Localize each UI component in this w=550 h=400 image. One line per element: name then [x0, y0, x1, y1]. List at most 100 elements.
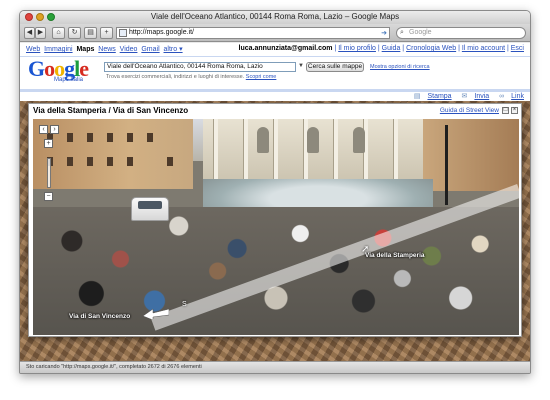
- gbar-link-4[interactable]: Video: [120, 46, 138, 53]
- maximize-icon: □: [503, 107, 508, 113]
- google-bar: Web Immagini Maps News Video Gmail altro…: [20, 43, 530, 55]
- forward-button[interactable]: ▶: [35, 27, 46, 39]
- column: [243, 119, 248, 179]
- gbar-link-0[interactable]: Web: [26, 46, 40, 53]
- street-label-sw[interactable]: Via di San Vincenzo: [69, 313, 130, 320]
- gbar-link-2[interactable]: Maps: [76, 46, 94, 53]
- back-arrow-icon: ◀: [26, 29, 33, 36]
- window: [67, 133, 73, 142]
- statue: [307, 127, 319, 153]
- pan-left-button[interactable]: ‹: [39, 125, 48, 134]
- title-bar: Viale dell'Oceano Atlantico, 00144 Roma …: [20, 11, 530, 24]
- window: [87, 157, 93, 166]
- statue: [353, 127, 365, 153]
- maximize-panel-button[interactable]: □: [502, 107, 509, 114]
- logo-letter: G: [28, 56, 45, 81]
- send-link[interactable]: Invia: [474, 93, 489, 100]
- google-maps-logo[interactable]: Google Maps Italia: [28, 58, 100, 84]
- gbar-link-5[interactable]: Gmail: [141, 46, 159, 53]
- white-car: [131, 197, 169, 221]
- palazzo-facade: [203, 119, 423, 187]
- street-label-ne[interactable]: Via della Stamperia: [365, 252, 425, 259]
- street-view-title: Via della Stamperia / Via di San Vincenz…: [33, 106, 189, 115]
- search-maps-button[interactable]: Cerca sulle mappe: [306, 62, 364, 72]
- street-view-guide-link[interactable]: Guida di Street View: [440, 107, 499, 114]
- map-actions: ▤ Stampa ✉ Invia ∞ Link: [406, 92, 524, 100]
- link-link[interactable]: Link: [511, 93, 524, 100]
- browser-search-placeholder: Google: [409, 29, 432, 36]
- street-view-header: Via della Stamperia / Via di San Vincenz…: [29, 104, 521, 118]
- search-hint-text: Trova esercizi commerciali, indirizzi e …: [106, 74, 245, 80]
- window: [127, 157, 133, 166]
- email-icon: ✉: [461, 93, 468, 100]
- gbar-link-3[interactable]: News: [98, 46, 116, 53]
- street-view-navigation-control: ‹ › + −: [39, 125, 63, 205]
- user-email: luca.annunziata@gmail.com: [238, 45, 333, 52]
- divider: [20, 56, 530, 57]
- column: [273, 119, 278, 179]
- logo-subtitle: Maps Italia: [54, 77, 84, 83]
- address-bar-text: http://maps.google.it/: [129, 29, 194, 36]
- address-bar[interactable]: http://maps.google.it/ ➜: [116, 27, 390, 39]
- column: [333, 119, 338, 179]
- search-hint: Trova esercizi commerciali, indirizzi e …: [106, 74, 276, 80]
- window: [67, 157, 73, 166]
- window: [147, 133, 153, 142]
- arrow-right-icon: ›: [53, 126, 56, 133]
- reload-icon: ↻: [71, 29, 78, 36]
- forward-arrow-icon: ▶: [37, 29, 44, 36]
- plus-icon: +: [104, 29, 109, 36]
- window: [167, 157, 173, 166]
- window: [127, 133, 133, 142]
- gbar-link-1[interactable]: Immagini: [44, 46, 72, 53]
- window: [107, 157, 113, 166]
- reload-button[interactable]: ↻: [68, 27, 81, 39]
- search-options-link[interactable]: Mostra opzioni di ricerca: [370, 64, 430, 70]
- link-icon: ∞: [499, 93, 505, 100]
- print-icon: ▤: [87, 29, 94, 36]
- column: [393, 119, 398, 179]
- google-bar-links: Web Immagini Maps News Video Gmail altro…: [26, 45, 183, 53]
- account-link-2[interactable]: Cronologia Web: [406, 45, 456, 52]
- compass-south-label: S: [182, 301, 187, 308]
- street-view-panorama[interactable]: Via della Stamperia ➚ Via di San Vincenz…: [33, 119, 519, 335]
- zoom-in-button[interactable]: +: [44, 139, 53, 148]
- pan-right-button[interactable]: ›: [50, 125, 59, 134]
- account-link-1[interactable]: Guida: [382, 45, 401, 52]
- favicon-icon: [119, 29, 127, 37]
- account-link-3[interactable]: Il mio account: [462, 45, 505, 52]
- go-icon[interactable]: ➜: [381, 29, 387, 39]
- magnifier-icon: ⌕: [400, 29, 404, 36]
- home-icon: ⌂: [56, 29, 61, 36]
- browser-toolbar: ◀ ▶ ⌂ ↻ ▤ + http://maps.google.it/ ➜ ⌕ G…: [20, 24, 530, 42]
- gbar-link-6[interactable]: altro ▾: [164, 46, 183, 53]
- back-button[interactable]: ◀: [24, 27, 35, 39]
- account-link-4[interactable]: Esci: [511, 45, 524, 52]
- status-bar: Sto caricando "http://maps.google.it/", …: [20, 361, 530, 373]
- add-bookmark-button[interactable]: +: [100, 27, 113, 39]
- statue: [257, 127, 269, 153]
- print-link[interactable]: Stampa: [427, 93, 451, 100]
- navigate-arrow-ne-icon[interactable]: ➚: [361, 244, 369, 255]
- account-link-0[interactable]: Il mio profilo: [338, 45, 376, 52]
- window-title: Viale dell'Oceano Atlantico, 00144 Roma …: [150, 12, 400, 21]
- crowd: [33, 181, 519, 331]
- arrow-left-icon: ‹: [42, 126, 45, 133]
- account-links: luca.annunziata@gmail.com | Il mio profi…: [238, 45, 524, 52]
- logo-letter: o: [44, 56, 55, 81]
- close-panel-button[interactable]: ×: [511, 107, 518, 114]
- learn-how-link[interactable]: Scopri come: [246, 74, 277, 80]
- zoom-out-button[interactable]: −: [44, 192, 53, 201]
- window: [87, 133, 93, 142]
- map-view[interactable]: Via della Stamperia / Via di San Vincenz…: [20, 101, 530, 363]
- street-view-panel: Via della Stamperia / Via di San Vincenz…: [28, 103, 522, 337]
- print-button[interactable]: ▤: [84, 27, 97, 39]
- maps-search-input[interactable]: Viale dell'Oceano Atlantico, 00144 Roma …: [104, 62, 296, 72]
- navigate-arrow-sw-icon[interactable]: [143, 307, 169, 319]
- home-button[interactable]: ⌂: [52, 27, 65, 39]
- window: [107, 133, 113, 142]
- close-icon: ×: [512, 107, 517, 113]
- search-history-dropdown-icon[interactable]: ▼: [298, 63, 304, 69]
- zoom-slider[interactable]: [47, 158, 51, 188]
- browser-search-field[interactable]: ⌕ Google: [396, 27, 526, 39]
